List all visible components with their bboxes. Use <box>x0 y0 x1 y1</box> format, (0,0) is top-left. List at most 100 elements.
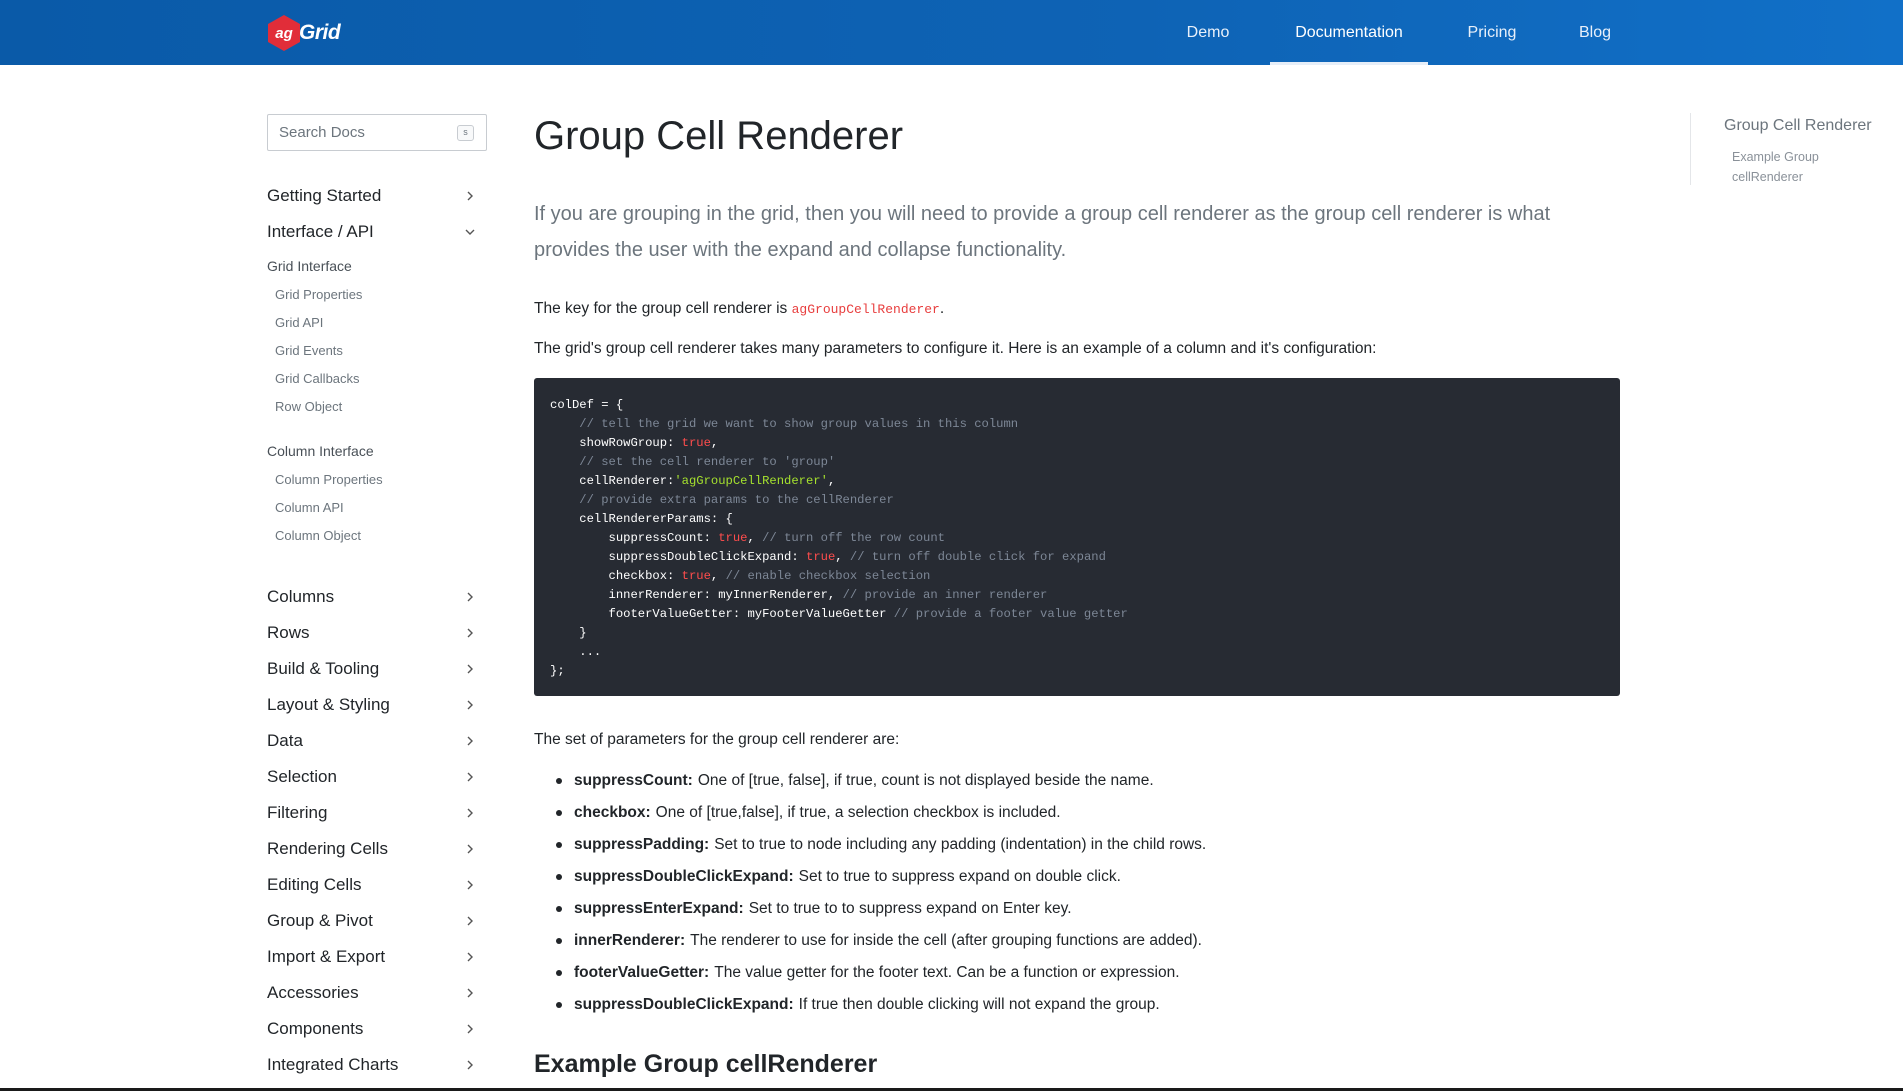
param-list-item: suppressEnterExpand: Set to true to to su… <box>534 893 1206 925</box>
nav-blog[interactable]: Blog <box>1570 0 1620 65</box>
sidebar-section-label: Accessories <box>267 983 359 1002</box>
code-comment: // provide extra params to the cellRende… <box>579 493 894 507</box>
params-intro: The set of parameters for the group cell… <box>534 731 900 748</box>
param-description: The renderer to use for inside the cell … <box>690 932 1202 949</box>
chevron-down-icon <box>463 225 477 239</box>
param-description: If true then double clicking will not ex… <box>798 996 1160 1013</box>
param-list-item: checkbox: One of [true,false], if true, a… <box>534 797 1206 829</box>
param-description: Set to true to to suppress expand on Ent… <box>748 900 1072 917</box>
inline-code: agGroupCellRenderer <box>791 302 940 317</box>
param-name: suppressEnterExpand: <box>574 900 744 917</box>
toc-link-example-group-cellrenderer[interactable]: Example Group cellRenderer <box>1732 147 1842 187</box>
sidebar-link-row-object[interactable]: Row Object <box>275 399 342 414</box>
sidebar-link-grid-callbacks[interactable]: Grid Callbacks <box>275 371 360 386</box>
code-punct: , <box>827 474 836 488</box>
code-keyword: true <box>718 531 748 545</box>
sidebar-link-column-properties[interactable]: Column Properties <box>275 472 383 487</box>
code-line: cellRendererParams: { <box>579 512 733 526</box>
sidebar-section-accessories[interactable]: Accessories <box>267 978 479 1008</box>
code-line: checkbox: <box>608 569 682 583</box>
sidebar-section-filtering[interactable]: Filtering <box>267 798 479 828</box>
sidebar-section-selection[interactable]: Selection <box>267 762 479 792</box>
chevron-right-icon <box>463 878 477 892</box>
param-name: suppressCount: <box>574 772 693 789</box>
top-navbar: ag Grid Demo Documentation Pricing Blog <box>0 0 1903 65</box>
sidebar-section-label: Getting Started <box>267 186 382 205</box>
nav-documentation[interactable]: Documentation <box>1270 0 1428 65</box>
code-line: footerValueGetter: myFooterValueGetter <box>608 607 894 621</box>
search-docs-box: s <box>267 114 487 151</box>
sidebar-section-columns[interactable]: Columns <box>267 582 479 612</box>
sidebar-section-label: Data <box>267 731 303 750</box>
chevron-right-icon <box>463 770 477 784</box>
sidebar-link-grid-events[interactable]: Grid Events <box>275 343 343 358</box>
nav-pricing[interactable]: Pricing <box>1462 0 1522 65</box>
sidebar-section-label: Editing Cells <box>267 875 362 894</box>
sidebar-section-label: Import & Export <box>267 947 386 966</box>
config-intro: The grid's group cell renderer takes man… <box>534 340 1377 357</box>
chevron-right-icon <box>463 914 477 928</box>
sidebar-section-getting-started[interactable]: Getting Started <box>267 181 479 211</box>
sidebar-section-label: Group & Pivot <box>267 911 373 930</box>
nav-demo[interactable]: Demo <box>1180 0 1236 65</box>
sidebar-section-group-pivot[interactable]: Group & Pivot <box>267 906 479 936</box>
logo-badge-icon: ag <box>265 14 303 52</box>
sidebar-section-build-tooling[interactable]: Build & Tooling <box>267 654 479 684</box>
sidebar-section-layout-styling[interactable]: Layout & Styling <box>267 690 479 720</box>
sidebar-section-label: Interface / API <box>267 222 374 241</box>
code-line: colDef = { <box>550 398 624 412</box>
code-line: cellRenderer: <box>579 474 675 488</box>
svg-text:ag: ag <box>275 25 293 42</box>
chevron-right-icon <box>463 189 477 203</box>
chevron-right-icon <box>463 662 477 676</box>
code-line: } <box>579 626 587 640</box>
key-suffix: . <box>939 300 945 317</box>
param-description: Set to true to node including any paddin… <box>714 836 1207 853</box>
sidebar-section-interface-api[interactable]: Interface / API <box>267 217 479 247</box>
sidebar-link-grid-api[interactable]: Grid API <box>275 315 323 330</box>
sidebar-link-column-object[interactable]: Column Object <box>275 528 361 543</box>
table-of-contents: Group Cell Renderer Example Group cellRe… <box>1690 113 1900 185</box>
sidebar-section-data[interactable]: Data <box>267 726 479 756</box>
sidebar-section-editing-cells[interactable]: Editing Cells <box>267 870 479 900</box>
sidebar-section-import-export[interactable]: Import & Export <box>267 942 479 972</box>
sidebar-section-components[interactable]: Components <box>267 1014 479 1044</box>
sidebar-link-grid-properties[interactable]: Grid Properties <box>275 287 362 302</box>
sidebar-section-label: Layout & Styling <box>267 695 390 714</box>
param-name: suppressPadding: <box>574 836 710 853</box>
code-line: showRowGroup: <box>579 436 682 450</box>
param-name: footerValueGetter: <box>574 964 710 981</box>
param-list-item: suppressDoubleClickExpand: If true then d… <box>534 989 1206 1021</box>
code-string: 'agGroupCellRenderer' <box>674 474 828 488</box>
param-description: Set to true to suppress expand on double… <box>798 868 1121 885</box>
sidebar-link-column-api[interactable]: Column API <box>275 500 344 515</box>
sidebar-heading-grid-interface[interactable]: Grid Interface <box>267 258 352 274</box>
search-input[interactable] <box>268 115 448 150</box>
page-title: Group Cell Renderer <box>534 114 904 158</box>
code-comment: // provide a footer value getter <box>893 607 1128 621</box>
search-shortcut-key: s <box>457 125 474 141</box>
sidebar-section-label: Selection <box>267 767 337 786</box>
code-keyword: true <box>806 550 836 564</box>
sidebar-section-label: Filtering <box>267 803 328 822</box>
chevron-right-icon <box>463 806 477 820</box>
code-comment: // tell the grid we want to show group v… <box>579 417 1019 431</box>
code-punct: , <box>835 550 850 564</box>
sidebar-section-integrated-charts[interactable]: Integrated Charts <box>267 1050 479 1080</box>
ag-grid-logo[interactable]: ag Grid <box>265 14 341 52</box>
code-comment: // turn off double click for expand <box>849 550 1106 564</box>
param-list-item: suppressPadding: Set to true to node incl… <box>534 829 1206 861</box>
code-line: suppressDoubleClickExpand: <box>608 550 806 564</box>
code-line: }; <box>550 664 565 678</box>
sidebar-section-rows[interactable]: Rows <box>267 618 479 648</box>
toc-link-group-cell-renderer[interactable]: Group Cell Renderer <box>1724 117 1872 135</box>
code-block: colDef = { // tell the grid we want to s… <box>534 378 1620 696</box>
key-paragraph: The key for the group cell renderer is a… <box>534 300 944 318</box>
chevron-right-icon <box>463 1022 477 1036</box>
chevron-right-icon <box>463 842 477 856</box>
param-list-item: innerRenderer: The renderer to use for in… <box>534 925 1206 957</box>
sidebar-section-rendering-cells[interactable]: Rendering Cells <box>267 834 479 864</box>
sidebar-heading-column-interface[interactable]: Column Interface <box>267 443 374 459</box>
code-comment: // turn off the row count <box>762 531 945 545</box>
chevron-right-icon <box>463 626 477 640</box>
